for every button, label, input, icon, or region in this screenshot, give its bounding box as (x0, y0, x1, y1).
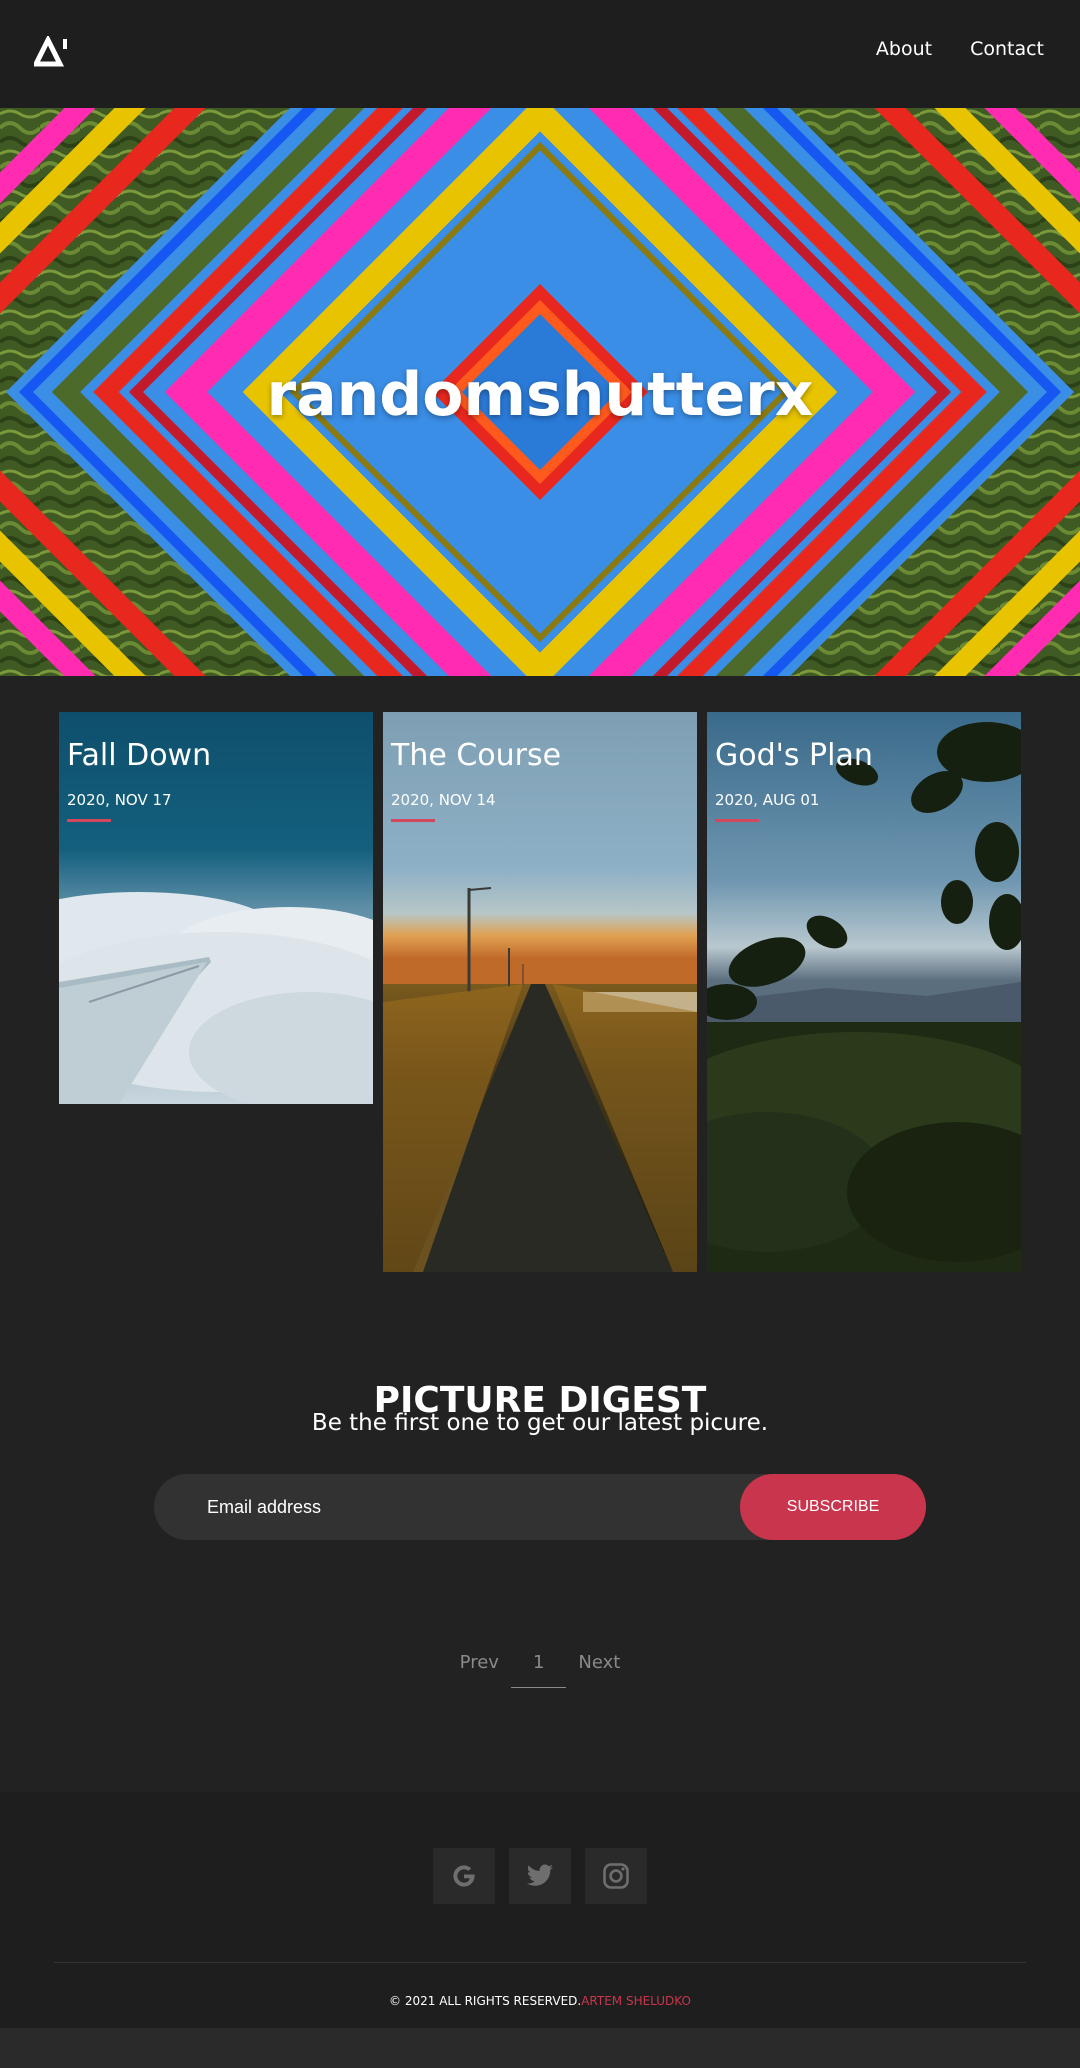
email-input[interactable] (154, 1474, 744, 1540)
pagination: Prev 1 Next (0, 1652, 1080, 1688)
post-title: God's Plan (715, 738, 873, 773)
nav-contact-link[interactable]: Contact (970, 38, 1044, 60)
instagram-link[interactable] (585, 1848, 647, 1904)
post-date: 2020, NOV 17 (67, 791, 172, 809)
hero-banner: randomshutterx (0, 108, 1080, 676)
bottom-strip (0, 2028, 1080, 2068)
current-page[interactable]: 1 (510, 1652, 567, 1688)
logo-icon (31, 34, 67, 67)
twitter-icon (526, 1864, 553, 1886)
copyright-text: © 2021 ALL RIGHTS RESERVED. (389, 1994, 582, 2008)
post-accent-line (715, 819, 759, 822)
post-card-gods-plan[interactable]: God's Plan 2020, AUG 01 (707, 712, 1021, 1272)
subscribe-form: SUBSCRIBE (154, 1474, 926, 1540)
author-link[interactable]: ARTEM SHELUDKO (581, 1994, 691, 2008)
post-card-the-course[interactable]: The Course 2020, NOV 14 (383, 712, 697, 1272)
site-header: About Contact (0, 0, 1080, 108)
post-title: Fall Down (67, 738, 212, 773)
prev-page-link[interactable]: Prev (448, 1652, 511, 1687)
post-card-fall-down[interactable]: Fall Down 2020, NOV 17 (59, 712, 373, 1104)
google-link[interactable] (433, 1848, 495, 1904)
post-date: 2020, NOV 14 (391, 791, 496, 809)
site-footer: © 2021 ALL RIGHTS RESERVED.ARTEM SHELUDK… (0, 1792, 1080, 2028)
nav-about-link[interactable]: About (876, 38, 932, 60)
social-links (0, 1848, 1080, 1904)
next-page-link[interactable]: Next (566, 1652, 632, 1687)
post-date: 2020, AUG 01 (715, 791, 820, 809)
logo[interactable] (31, 34, 70, 68)
post-accent-line (67, 819, 111, 822)
post-grid: Fall Down 2020, NOV 17 The Course 2020, … (59, 712, 1021, 1272)
digest-subtitle: Be the first one to get our latest picur… (311, 1410, 769, 1436)
main-nav: About Contact (876, 38, 1044, 60)
twitter-link[interactable] (509, 1848, 571, 1904)
footer-divider (54, 1962, 1026, 1963)
hero-title: randomshutterx (266, 360, 814, 431)
instagram-icon (603, 1863, 629, 1889)
post-title: The Course (391, 738, 562, 773)
subscribe-button[interactable]: SUBSCRIBE (740, 1474, 926, 1540)
google-icon (453, 1865, 475, 1887)
post-accent-line (391, 819, 435, 822)
copyright: © 2021 ALL RIGHTS RESERVED.ARTEM SHELUDK… (0, 1994, 1080, 2008)
